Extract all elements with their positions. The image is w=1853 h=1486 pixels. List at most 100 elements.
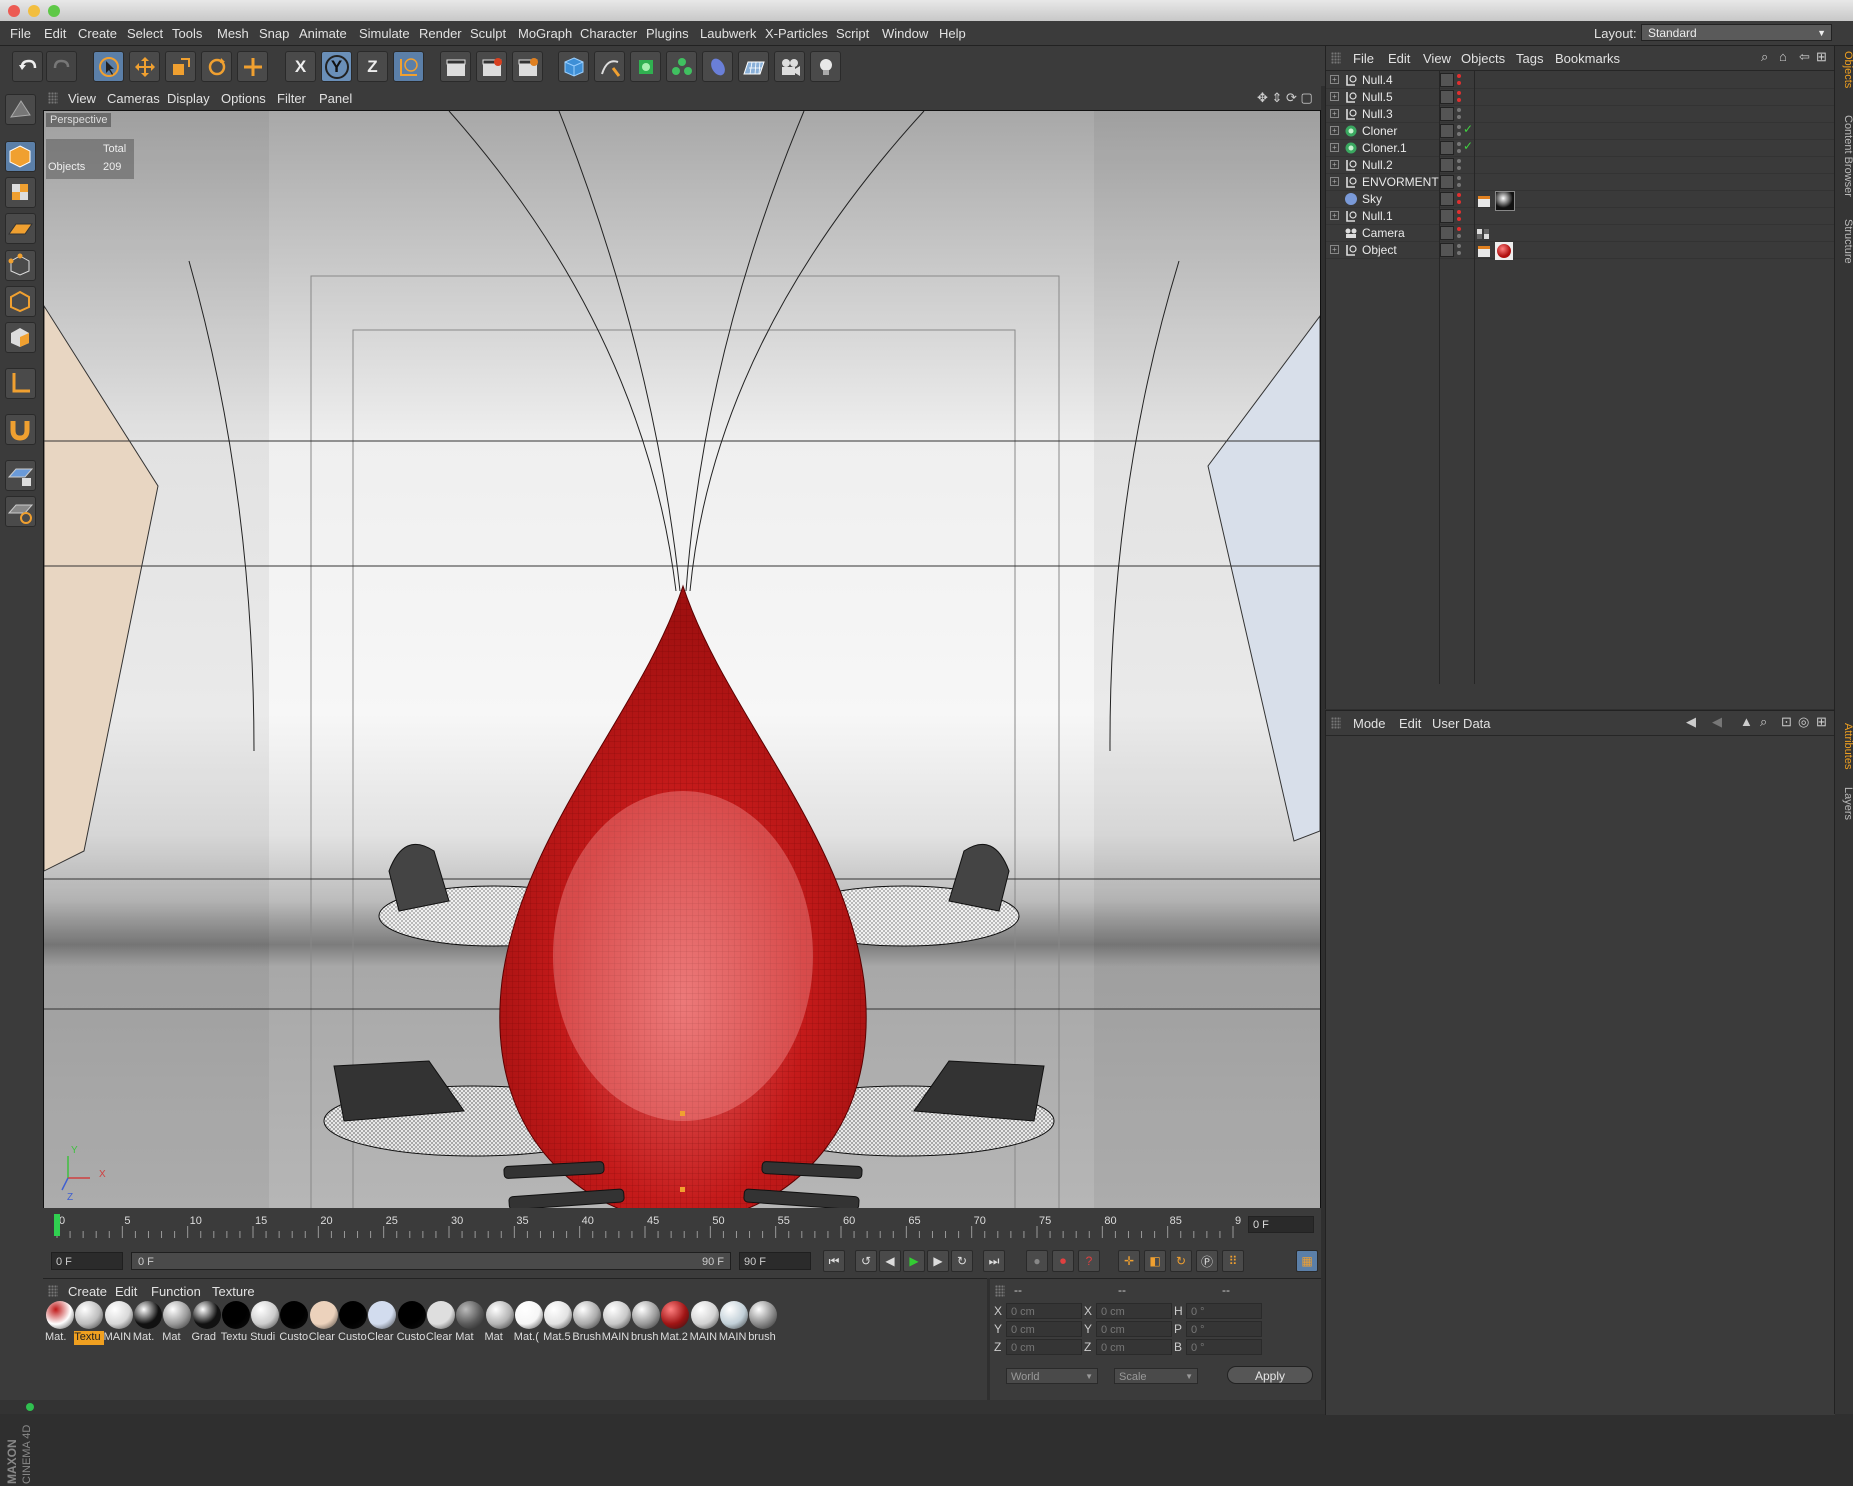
visibility-toggle-icon[interactable] bbox=[1440, 192, 1454, 206]
render-visibility-dot[interactable] bbox=[1457, 149, 1461, 153]
material-swatch[interactable]: Mat.2 bbox=[660, 1301, 690, 1349]
timeline-playhead[interactable] bbox=[54, 1214, 60, 1236]
visibility-toggle-icon[interactable] bbox=[1440, 90, 1454, 104]
editor-visibility-dot[interactable] bbox=[1457, 244, 1461, 248]
material-swatch[interactable]: MAIN bbox=[719, 1301, 749, 1349]
render-view-button[interactable] bbox=[440, 51, 471, 82]
coordinate-system-button[interactable] bbox=[393, 51, 424, 82]
coordinate-field[interactable]: 0 ° bbox=[1186, 1303, 1262, 1319]
object-name[interactable]: Null.2 bbox=[1362, 158, 1393, 172]
coordinate-field[interactable]: 0 cm bbox=[1006, 1303, 1082, 1319]
object-menu-edit[interactable]: Edit bbox=[1388, 51, 1410, 66]
menu-file[interactable]: File bbox=[10, 26, 31, 41]
expand-icon[interactable]: + bbox=[1330, 211, 1339, 220]
apply-button[interactable]: Apply bbox=[1227, 1366, 1313, 1384]
menu-select[interactable]: Select bbox=[127, 26, 163, 41]
render-visibility-dot[interactable] bbox=[1457, 251, 1461, 255]
material-swatch[interactable]: Mat bbox=[485, 1301, 515, 1349]
material-swatch[interactable]: brush bbox=[748, 1301, 778, 1349]
menu-help[interactable]: Help bbox=[939, 26, 966, 41]
visibility-toggle-icon[interactable] bbox=[1440, 141, 1454, 155]
lock-y-axis-button[interactable]: Y bbox=[321, 51, 352, 82]
material-menu-function[interactable]: Function bbox=[151, 1284, 201, 1299]
object-row[interactable]: + Object bbox=[1326, 241, 1835, 260]
add-scene-button[interactable] bbox=[738, 51, 769, 82]
back-arrow-icon[interactable]: ◀ bbox=[1686, 714, 1696, 730]
menu-snap[interactable]: Snap bbox=[259, 26, 289, 41]
coordinate-field[interactable]: 0 ° bbox=[1186, 1339, 1262, 1355]
material-swatch[interactable]: Mat.5 bbox=[543, 1301, 573, 1349]
close-window-button[interactable] bbox=[8, 5, 20, 17]
menu-plugins[interactable]: Plugins bbox=[646, 26, 689, 41]
object-row[interactable]: + ENVORMENT bbox=[1326, 173, 1835, 191]
material-swatch[interactable]: Mat.( bbox=[514, 1301, 544, 1349]
render-visibility-dot[interactable] bbox=[1457, 200, 1461, 204]
add-camera-button[interactable] bbox=[774, 51, 805, 82]
material-menu-edit[interactable]: Edit bbox=[115, 1284, 137, 1299]
size-mode-select[interactable]: Scale ▼ bbox=[1114, 1368, 1198, 1384]
object-name[interactable]: Camera bbox=[1362, 226, 1405, 240]
timeline-ruler[interactable]: 051015202530354045505560657075808590 bbox=[53, 1212, 1241, 1238]
minimize-window-button[interactable] bbox=[28, 5, 40, 17]
visibility-toggle-icon[interactable] bbox=[1440, 175, 1454, 189]
menu-window[interactable]: Window bbox=[882, 26, 928, 41]
points-mode-button[interactable] bbox=[5, 250, 36, 281]
material-swatch[interactable]: Brush bbox=[572, 1301, 602, 1349]
tab-attributes[interactable]: Attributes bbox=[1835, 718, 1853, 774]
rotate-tool-button[interactable] bbox=[201, 51, 232, 82]
timeline-window-button[interactable]: ▦ bbox=[1296, 1250, 1318, 1272]
viewport-menu-display[interactable]: Display bbox=[167, 91, 210, 106]
new-panel-icon[interactable]: ⊞ bbox=[1816, 49, 1827, 65]
material-swatch[interactable]: brush bbox=[631, 1301, 661, 1349]
object-row[interactable]: + Null.2 bbox=[1326, 156, 1835, 174]
object-name[interactable]: Null.3 bbox=[1362, 107, 1393, 121]
axis-mode-button[interactable] bbox=[5, 368, 36, 399]
expand-icon[interactable]: + bbox=[1330, 143, 1339, 152]
visibility-toggle-icon[interactable] bbox=[1440, 107, 1454, 121]
scale-tool-button[interactable] bbox=[165, 51, 196, 82]
viewport-menu-filter[interactable]: Filter bbox=[277, 91, 306, 106]
menu-create[interactable]: Create bbox=[78, 26, 117, 41]
material-swatch[interactable]: MAIN bbox=[690, 1301, 720, 1349]
compositing-tag-icon[interactable] bbox=[1476, 243, 1492, 259]
lock-icon[interactable]: ⊡ bbox=[1781, 714, 1792, 730]
forward-arrow-icon[interactable]: ◀ bbox=[1712, 714, 1722, 730]
object-row[interactable]: + Null.3 bbox=[1326, 105, 1835, 123]
perspective-viewport[interactable]: X Y Z Perspective Total Objects 209 bbox=[43, 110, 1321, 1209]
next-frame-button[interactable]: ▶ bbox=[927, 1250, 949, 1272]
viewport-menu-panel[interactable]: Panel bbox=[319, 91, 352, 106]
move-tool-button[interactable] bbox=[129, 51, 160, 82]
up-arrow-icon[interactable]: ▲ bbox=[1740, 714, 1753, 729]
previous-key-button[interactable]: ↺ bbox=[855, 1250, 877, 1272]
add-cube-button[interactable] bbox=[558, 51, 589, 82]
render-settings-button[interactable] bbox=[512, 51, 543, 82]
material-swatch[interactable]: Grad bbox=[192, 1301, 222, 1349]
menu-laubwerk[interactable]: Laubwerk bbox=[700, 26, 756, 41]
object-name[interactable]: ENVORMENT bbox=[1362, 175, 1439, 189]
material-swatch[interactable]: Clear bbox=[426, 1301, 456, 1349]
play-forwards-button[interactable]: ▶ bbox=[903, 1250, 925, 1272]
expand-icon[interactable]: + bbox=[1330, 177, 1339, 186]
home-icon[interactable]: ⌂ bbox=[1779, 49, 1787, 64]
object-menu-tags[interactable]: Tags bbox=[1516, 51, 1543, 66]
material-red-tag-icon[interactable] bbox=[1495, 242, 1513, 260]
next-key-button[interactable]: ↻ bbox=[951, 1250, 973, 1272]
visibility-toggle-icon[interactable] bbox=[1440, 158, 1454, 172]
editor-visibility-dot[interactable] bbox=[1457, 176, 1461, 180]
current-frame-field[interactable]: 0 F bbox=[1248, 1216, 1314, 1233]
editor-visibility-dot[interactable] bbox=[1457, 74, 1461, 78]
key-parameter-button[interactable]: Ⓟ bbox=[1196, 1250, 1218, 1272]
editor-visibility-dot[interactable] bbox=[1457, 159, 1461, 163]
object-menu-view[interactable]: View bbox=[1423, 51, 1451, 66]
menu-character[interactable]: Character bbox=[580, 26, 637, 41]
menu-x-particles[interactable]: X-Particles bbox=[765, 26, 828, 41]
render-visibility-dot[interactable] bbox=[1457, 132, 1461, 136]
expand-icon[interactable]: + bbox=[1330, 109, 1339, 118]
workplane-lock-button[interactable] bbox=[5, 460, 36, 491]
editor-visibility-dot[interactable] bbox=[1457, 193, 1461, 197]
model-mode-button[interactable] bbox=[5, 141, 36, 172]
material-swatch[interactable]: Custo bbox=[279, 1301, 309, 1349]
material-swatch[interactable]: Mat. bbox=[133, 1301, 163, 1349]
editor-visibility-dot[interactable] bbox=[1457, 142, 1461, 146]
undo-button[interactable] bbox=[12, 51, 43, 82]
